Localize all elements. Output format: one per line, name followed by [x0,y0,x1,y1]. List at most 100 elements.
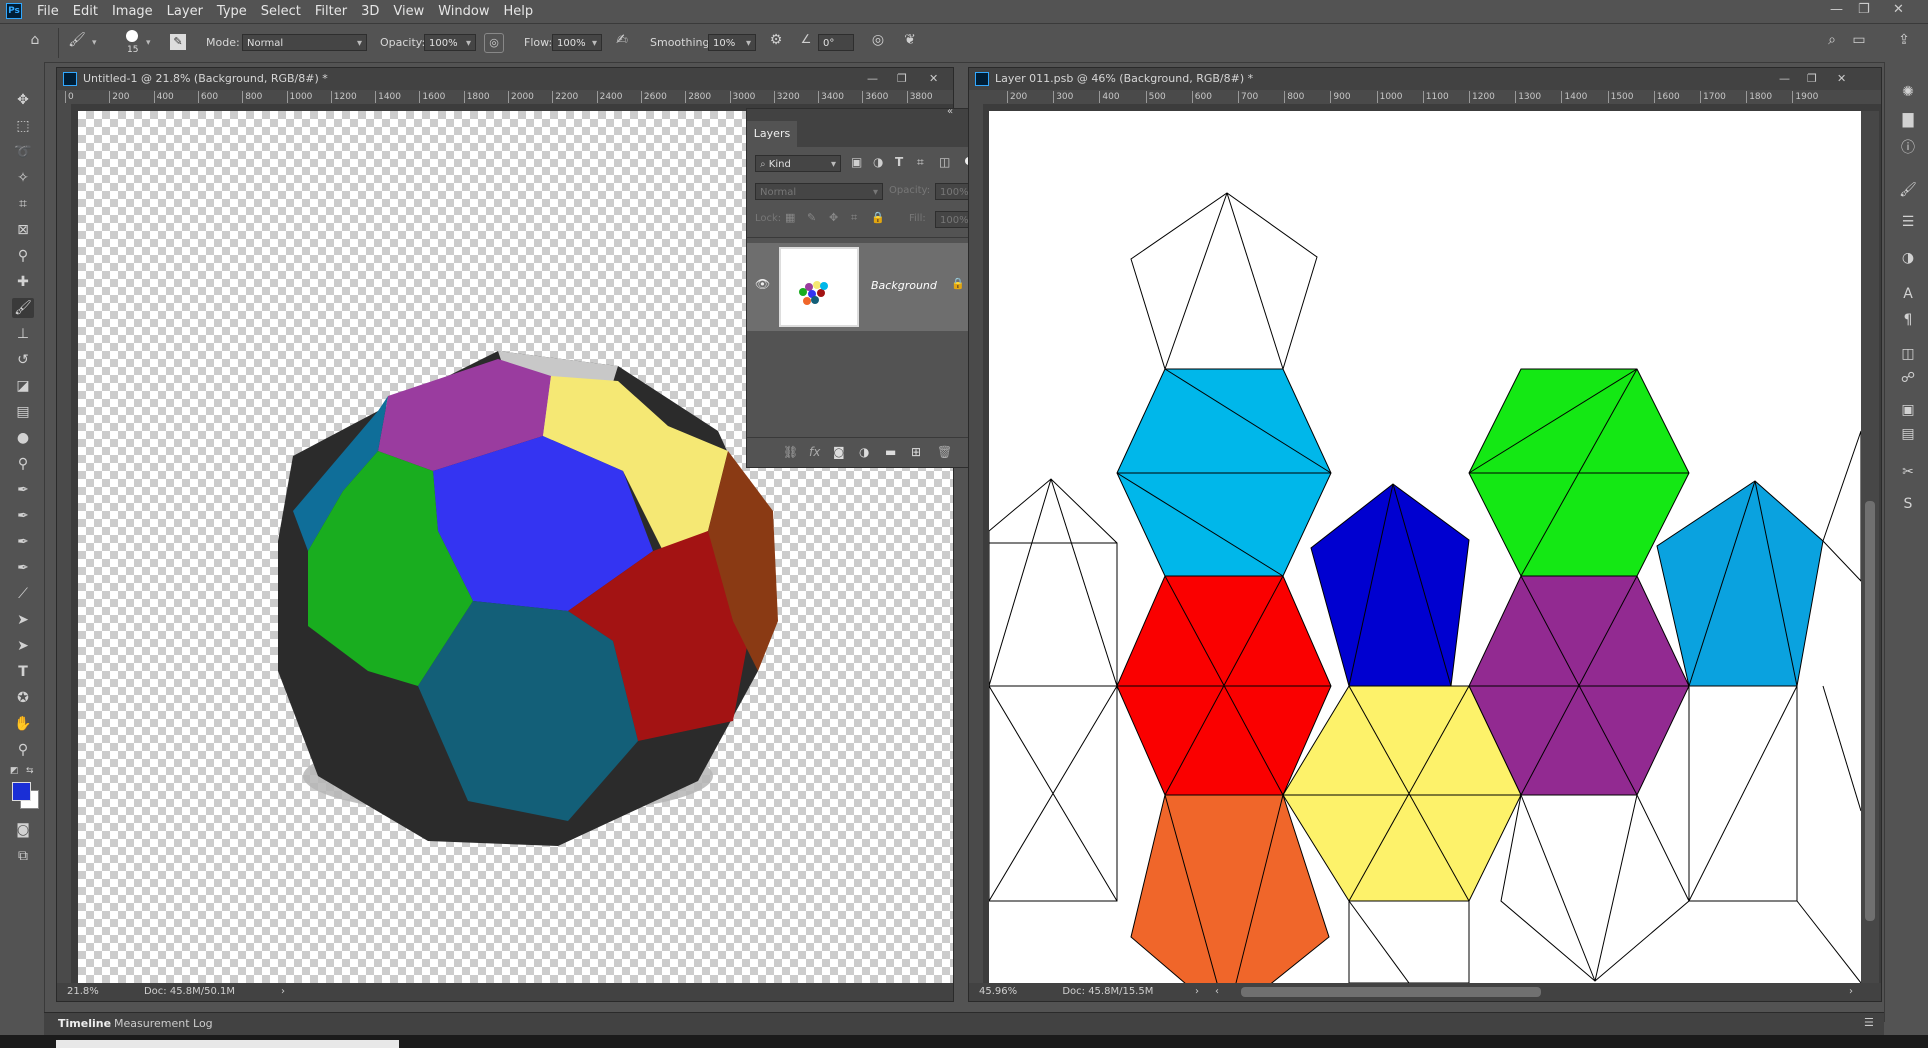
delete-layer-icon[interactable]: 🗑 [937,445,952,459]
swap-colors-icon[interactable]: ⇆ [26,766,34,776]
zoom-level[interactable]: 21.8% [67,986,99,997]
properties-panel-icon[interactable]: ▣ [1897,400,1919,420]
curvature-pen-tool-icon[interactable]: ✒ [12,532,34,552]
default-colors-icon[interactable]: ◩ [10,766,19,776]
close-document-icon[interactable]: ✕ [1837,68,1846,90]
minimize-window-icon[interactable]: — [1830,2,1843,17]
new-layer-icon[interactable]: ⊞ [911,445,921,459]
healing-brush-tool-icon[interactable]: ✚ [12,272,34,292]
scroll-left-icon[interactable]: ‹ [1215,983,1219,1001]
libraries-panel-icon[interactable]: ▤ [1897,424,1919,444]
menu-window[interactable]: Window [431,4,496,19]
navigator-panel-icon[interactable]: ✺ [1897,82,1919,102]
brush-tip-icon[interactable] [126,30,138,42]
menu-layer[interactable]: Layer [160,4,210,19]
layers-panel-icon[interactable]: ◫ [1897,344,1919,364]
info-panel-icon[interactable]: ⓘ [1897,138,1919,158]
tab-measurement-log[interactable]: Measurement Log [114,1017,213,1030]
brush-settings-panel-icon[interactable]: ☰ [1897,212,1919,232]
smoothing-input[interactable]: 10% ▾ [708,34,756,51]
lock-transparency-icon[interactable]: ▦ [785,211,795,224]
pressure-opacity-icon[interactable]: ◎ [484,33,504,53]
direct-selection-tool-icon[interactable]: ➤ [12,636,34,656]
tool-presets-panel-icon[interactable]: ✂ [1897,462,1919,482]
visibility-eye-icon[interactable]: 👁 [755,277,770,291]
lock-pixels-icon[interactable]: ✎ [807,211,816,224]
close-document-icon[interactable]: ✕ [929,68,938,90]
chevron-down-icon[interactable]: ▾ [92,38,97,48]
frame-tool-icon[interactable]: ⊠ [12,220,34,240]
angle-input[interactable]: 0° [818,34,854,51]
menu-select[interactable]: Select [254,4,308,19]
search-icon[interactable]: ⌕ [1822,32,1842,48]
close-window-icon[interactable]: ✕ [1893,2,1904,17]
history-brush-tool-icon[interactable]: ↺ [12,350,34,370]
zoom-tool-icon[interactable]: ⚲ [12,740,34,760]
tab-timeline[interactable]: Timeline [58,1017,111,1030]
filter-kind-select[interactable]: ⌕ Kind ▾ [755,155,841,172]
3d-tool-icon[interactable]: ✪ [12,688,34,708]
brush-preset-icon[interactable]: 🖌 [68,32,86,48]
tab-layers[interactable]: Layers [747,121,797,147]
menu-help[interactable]: Help [497,4,541,19]
crop-tool-icon[interactable]: ⌗ [12,194,34,214]
lasso-tool-icon[interactable]: ➰ [12,142,34,162]
brush-settings-icon[interactable]: ✎ [170,34,186,50]
opacity-input[interactable]: 100% ▾ [424,34,476,51]
paragraph-panel-icon[interactable]: ¶ [1897,310,1919,330]
hand-tool-icon[interactable]: ✋ [12,714,34,734]
shape-layer-filter-icon[interactable]: ⌗ [917,155,924,170]
horizontal-scrollbar-thumb[interactable] [1241,987,1541,997]
minimize-document-icon[interactable]: — [1779,68,1790,90]
new-group-icon[interactable]: ▬ [885,445,896,459]
taskbar-search[interactable] [56,1040,399,1048]
character-panel-icon[interactable]: A [1897,284,1919,304]
flow-input[interactable]: 100% ▾ [552,34,602,51]
blur-tool-icon[interactable]: ● [12,428,34,448]
pressure-size-icon[interactable]: ◎ [868,32,888,48]
symmetry-butterfly-icon[interactable]: ❦ [900,32,920,48]
adjustments-panel-icon[interactable]: ◑ [1897,248,1919,268]
scrollbar-thumb[interactable] [1865,501,1875,921]
dodge-tool-icon[interactable]: ⚲ [12,454,34,474]
adjustment-layer-filter-icon[interactable]: ◑ [873,155,883,169]
add-mask-icon[interactable]: ◙ [833,445,845,459]
pen-tool-icon[interactable]: ✒ [12,480,34,500]
restore-document-icon[interactable]: ❐ [897,68,907,90]
quick-select-tool-icon[interactable]: ✧ [12,168,34,188]
scroll-right-icon[interactable]: › [1849,983,1853,1001]
mode-select[interactable]: Normal ▾ [242,34,367,51]
menu-view[interactable]: View [386,4,431,19]
freeform-pen-tool-icon[interactable]: ✒ [12,506,34,526]
brush-tool-icon[interactable]: 🖌 [12,298,34,318]
blend-mode-select[interactable]: Normal ▾ [755,183,883,200]
menu-image[interactable]: Image [105,4,160,19]
canvas-net[interactable] [989,111,1861,983]
chevron-right-icon[interactable]: › [1195,983,1199,1001]
foreground-color-swatch[interactable] [12,782,31,801]
type-layer-filter-icon[interactable]: T [895,155,903,169]
quick-mask-icon[interactable]: ◙ [12,820,34,840]
vertical-scrollbar[interactable] [1861,111,1879,983]
brushes-panel-icon[interactable]: 🖌 [1897,180,1919,200]
share-icon[interactable]: ⇪ [1894,32,1914,48]
pixel-layer-filter-icon[interactable]: ▣ [851,155,862,169]
menu-type[interactable]: Type [210,4,254,19]
channels-panel-icon[interactable]: ☍ [1897,368,1919,388]
gradient-tool-icon[interactable]: ▤ [12,402,34,422]
workspace-icon[interactable]: ▭ [1848,32,1870,48]
layer-effects-icon[interactable]: fx [809,445,820,459]
eraser-tool-icon[interactable]: ◪ [12,376,34,396]
lock-all-icon[interactable]: 🔒 [871,211,885,224]
marquee-tool-icon[interactable]: ⬚ [12,116,34,136]
layer-row-background[interactable]: 👁 Background 🔒 [747,243,985,331]
add-anchor-tool-icon[interactable]: ✒ [12,558,34,578]
menu-3d[interactable]: 3D [354,4,386,19]
collapse-panel-icon[interactable]: « [947,106,953,117]
lock-position-icon[interactable]: ✥ [829,211,838,224]
chevron-right-icon[interactable]: › [281,983,285,1001]
eyedropper-tool-icon[interactable]: ⚲ [12,246,34,266]
menu-filter[interactable]: Filter [308,4,354,19]
airbrush-icon[interactable]: ✍ [612,32,632,48]
clone-stamp-tool-icon[interactable]: ⊥ [12,324,34,344]
